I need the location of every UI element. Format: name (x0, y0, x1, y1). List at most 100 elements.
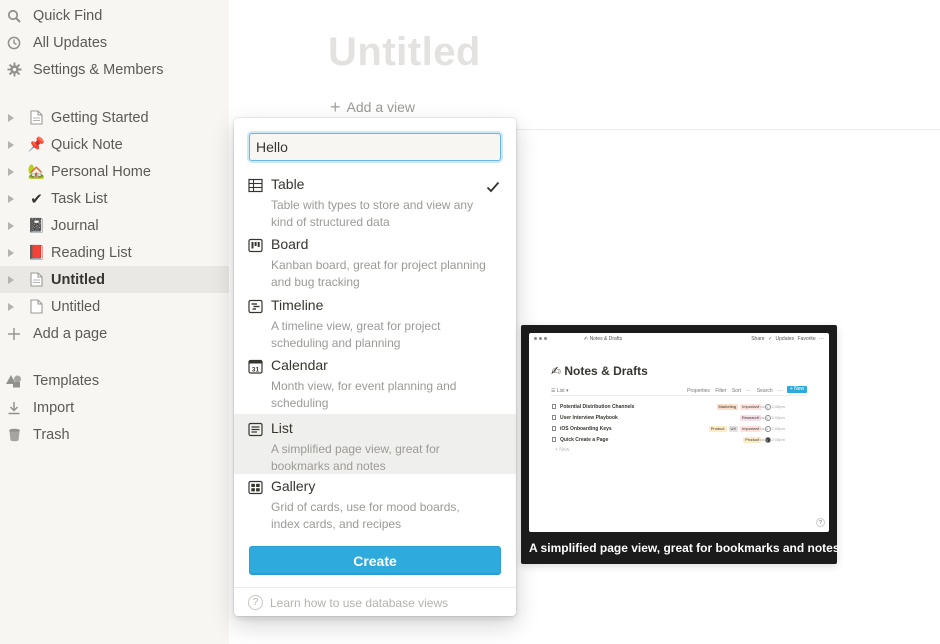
preview-new-button: + New (787, 386, 807, 393)
page-icon (552, 437, 556, 442)
view-option-description: Kanban board, great for project planning… (271, 258, 486, 289)
list-icon (248, 422, 263, 437)
import-icon (6, 400, 22, 416)
board-icon (248, 238, 263, 253)
expand-toggle-icon[interactable] (8, 221, 14, 230)
sidebar-page-journal[interactable]: 📓 Journal (0, 212, 229, 239)
sidebar-page-personal-home[interactable]: 🏡 Personal Home (0, 158, 229, 185)
sidebar-quick-find[interactable]: Quick Find (0, 2, 229, 29)
sidebar-templates[interactable]: Templates (0, 367, 229, 394)
sidebar-item-label: Settings & Members (33, 61, 164, 78)
sidebar-page-untitled-active[interactable]: Untitled (0, 266, 229, 293)
preview-row-name: Quick Create a Page (560, 437, 609, 443)
expand-toggle-icon[interactable] (8, 194, 14, 203)
view-option-description: Table with types to store and view any k… (271, 198, 474, 229)
help-link[interactable]: ? Learn how to use database views (248, 594, 448, 611)
sidebar-item-label: Untitled (51, 271, 105, 288)
sidebar-import[interactable]: Import (0, 394, 229, 421)
view-name-input[interactable] (249, 133, 501, 161)
sidebar-item-label: Journal (51, 217, 99, 234)
preview-row-time: Today 12:08pm (757, 437, 785, 442)
preview-new-row: + New (555, 447, 570, 453)
preview-row-time: Today 12:08pm (757, 415, 785, 420)
sidebar-trash[interactable]: Trash (0, 421, 229, 448)
page-icon (552, 426, 556, 431)
timeline-icon (248, 299, 263, 314)
house-icon: 🏡 (27, 163, 46, 179)
view-option-title: Timeline (271, 297, 324, 313)
sidebar-item-label: Trash (33, 426, 70, 443)
sidebar-page-untitled[interactable]: Untitled (0, 293, 229, 320)
view-option-title: Calendar (271, 357, 328, 373)
sidebar-item-label: Reading List (51, 244, 132, 261)
sidebar-item-label: Task List (51, 190, 108, 207)
page-icon (28, 271, 45, 288)
view-option-timeline[interactable]: Timeline A timeline view, great for proj… (234, 291, 516, 351)
page-title[interactable]: Untitled (328, 30, 481, 75)
gallery-icon (248, 480, 263, 495)
sidebar-item-label: Untitled (51, 298, 101, 315)
preview-row-time: Today 12:08pm (757, 426, 785, 431)
preview-row: User Interview Playbook Research Today 1… (551, 413, 807, 423)
view-option-table[interactable]: Table Table with types to store and view… (234, 170, 516, 230)
checkmark-icon: ✔ (30, 190, 43, 208)
sidebar-item-label: Personal Home (51, 163, 151, 180)
sidebar-item-label: Quick Find (33, 7, 103, 24)
trash-icon (6, 427, 22, 443)
sidebar-item-label: Getting Started (51, 109, 149, 126)
sidebar-page-task-list[interactable]: ✔ Task List (0, 185, 229, 212)
shapes-icon (6, 373, 22, 389)
preview-caption: A simplified page view, great for bookma… (529, 541, 840, 555)
expand-toggle-icon[interactable] (8, 113, 14, 122)
preview-row: Potential Distribution Channels Marketin… (551, 402, 807, 412)
expand-toggle-icon[interactable] (8, 140, 14, 149)
preview-toolbar-items: Properties Filter Sort ··· Search ··· (687, 388, 783, 394)
sidebar-item-label: Templates (33, 372, 100, 389)
add-page-button[interactable]: Add a page (0, 320, 229, 347)
view-type-menu: Table Table with types to store and view… (234, 118, 516, 616)
create-button[interactable]: Create (249, 546, 501, 575)
pushpin-icon: 📌 (27, 136, 46, 152)
view-preview-tooltip: ✍ Notes & Drafts Share ✓ Updates Favorit… (521, 325, 840, 564)
preview-actions: Share ✓ Updates Favorite ··· (751, 336, 824, 342)
page-icon (28, 298, 45, 315)
preview-row-name: User Interview Playbook (560, 415, 618, 421)
plus-icon (6, 326, 22, 342)
preview-breadcrumb: ✍ Notes & Drafts (584, 336, 623, 342)
sidebar-settings-members[interactable]: Settings & Members (0, 56, 229, 83)
view-option-description: A simplified page view, great for bookma… (271, 442, 440, 473)
page-icon (552, 404, 556, 409)
expand-toggle-icon[interactable] (8, 302, 14, 311)
preview-toolbar: ☰ List ▾ Properties Filter Sort ··· Sear… (551, 386, 807, 396)
sidebar-page-quick-note[interactable]: 📌 Quick Note (0, 131, 229, 158)
sidebar-item-label: Quick Note (51, 136, 123, 153)
view-option-title: List (271, 420, 293, 436)
preview-row-name: Potential Distribution Channels (560, 404, 635, 410)
sidebar-page-reading-list[interactable]: 📕 Reading List (0, 239, 229, 266)
divider (515, 129, 940, 130)
window-dots-icon (534, 337, 547, 340)
page-icon (552, 415, 556, 420)
expand-toggle-icon[interactable] (8, 248, 14, 257)
notebook-icon: 📓 (27, 217, 46, 233)
add-view-button[interactable]: + Add a view (330, 97, 415, 117)
view-option-board[interactable]: Board Kanban board, great for project pl… (234, 230, 516, 290)
table-icon (248, 178, 263, 193)
preview-topbar: ✍ Notes & Drafts Share ✓ Updates Favorit… (529, 333, 829, 345)
view-option-title: Table (271, 176, 305, 192)
expand-toggle-icon[interactable] (8, 167, 14, 176)
preview-title: ✍ Notes & Drafts (551, 364, 648, 378)
sidebar-page-getting-started[interactable]: Getting Started (0, 104, 229, 131)
view-option-gallery[interactable]: Gallery Grid of cards, use for mood boar… (234, 472, 516, 532)
expand-toggle-icon[interactable] (8, 275, 14, 284)
calendar-icon: 31 (248, 359, 263, 374)
view-option-description: A timeline view, great for project sched… (271, 319, 441, 350)
sidebar-all-updates[interactable]: All Updates (0, 29, 229, 56)
plus-icon: + (330, 97, 341, 117)
page-icon (28, 109, 45, 126)
checkmark-icon (486, 181, 500, 193)
sidebar-item-label: Import (33, 399, 75, 416)
view-option-calendar[interactable]: 31 Calendar Month view, for event planni… (234, 351, 516, 411)
view-option-list[interactable]: List A simplified page view, great for b… (234, 414, 516, 474)
tag: UX (728, 426, 739, 432)
